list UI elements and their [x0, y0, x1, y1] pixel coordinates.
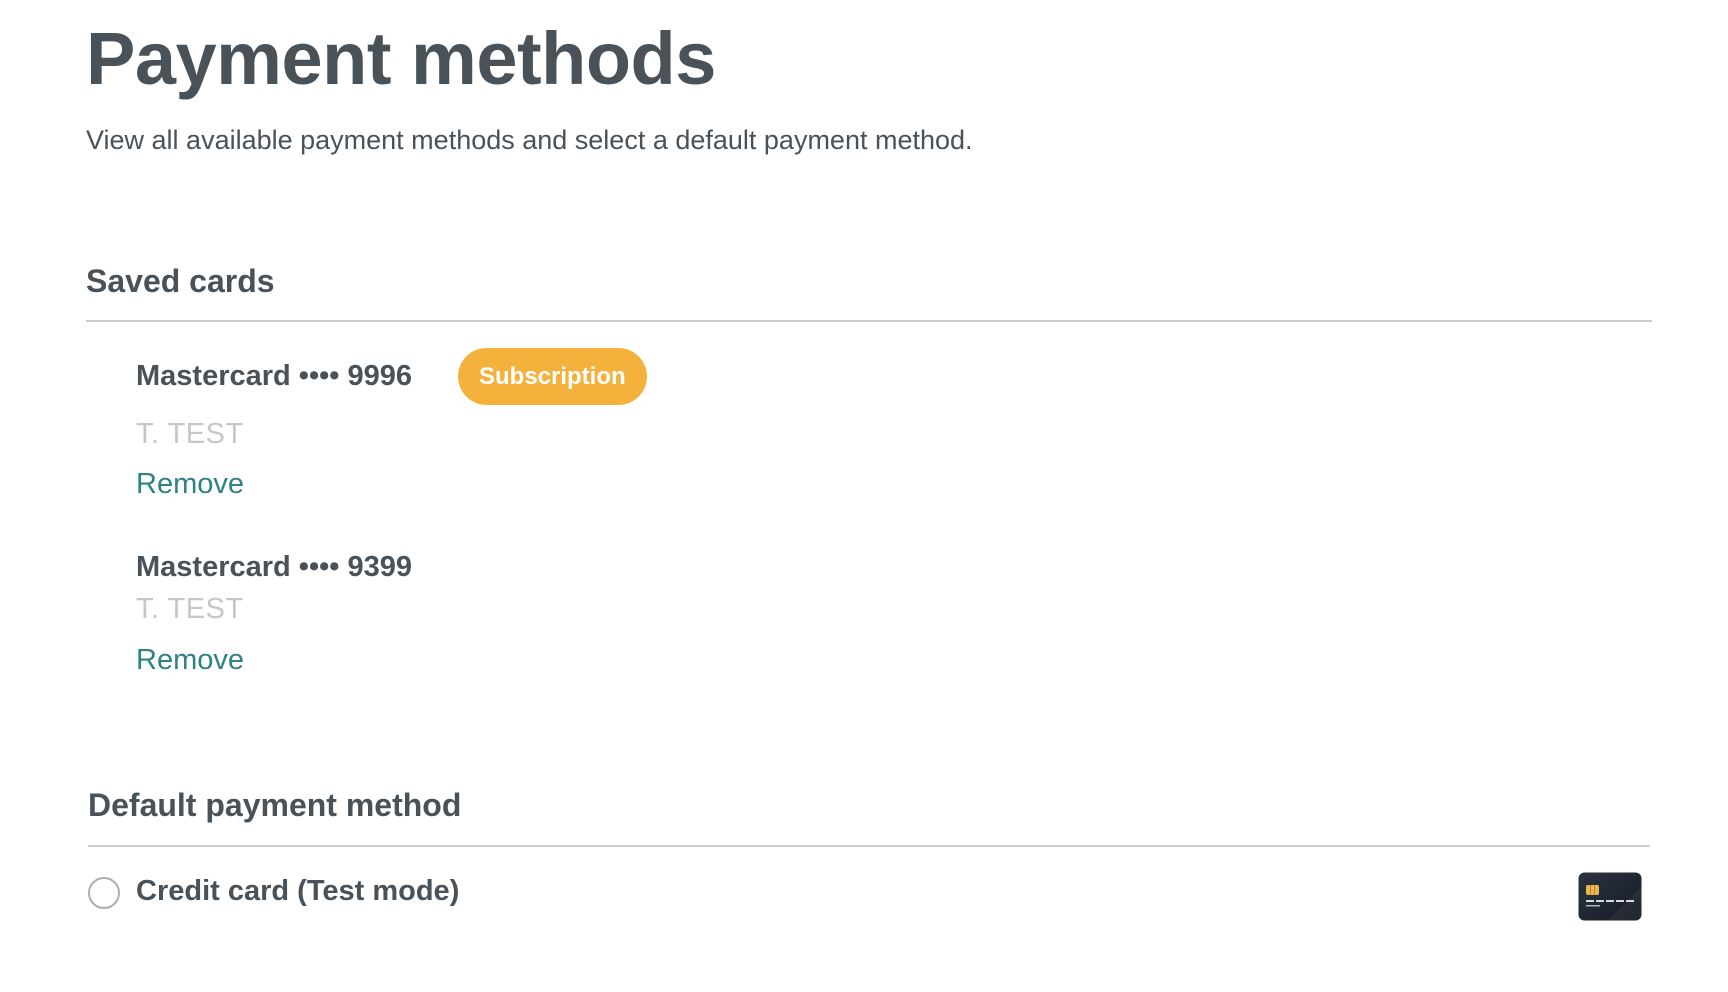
section-divider: [88, 845, 1650, 847]
page-subtitle: View all available payment methods and s…: [86, 125, 973, 155]
card-title-row: Mastercard •••• 9996 Subscription: [136, 348, 647, 405]
section-divider: [86, 320, 1652, 322]
page-title: Payment methods: [86, 17, 716, 100]
card-holder-name: T. TEST: [136, 418, 244, 450]
payment-method-option[interactable]: Credit card (Test mode): [88, 872, 1642, 928]
payment-method-label: Credit card (Test mode): [136, 875, 460, 907]
subscription-badge: Subscription: [457, 348, 647, 405]
credit-card-icon: [1578, 872, 1642, 921]
saved-card-item: Mastercard •••• 9996 Subscription T. TES…: [136, 348, 647, 502]
card-title: Mastercard •••• 9399: [136, 551, 412, 583]
card-title-row: Mastercard •••• 9399: [136, 550, 412, 585]
saved-cards-heading: Saved cards: [86, 263, 275, 299]
card-title: Mastercard •••• 9996: [136, 360, 412, 393]
card-holder-name: T. TEST: [136, 592, 244, 625]
saved-card-item: Mastercard •••• 9399 T. TEST Remove: [136, 550, 412, 677]
remove-card-link[interactable]: Remove: [136, 643, 244, 678]
payment-method-radio[interactable]: [88, 877, 120, 909]
remove-card-link[interactable]: Remove: [136, 467, 244, 502]
default-payment-heading: Default payment method: [88, 787, 462, 823]
